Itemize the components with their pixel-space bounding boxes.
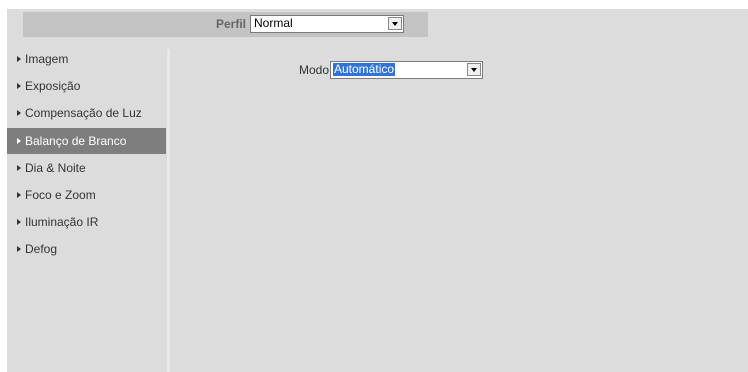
triangle-right-icon [17,165,21,171]
triangle-right-icon [17,83,21,89]
profile-label: Perfil [216,17,247,31]
profile-select[interactable]: Normal [250,15,404,33]
triangle-right-icon [17,219,21,225]
sidebar-divider [167,49,170,372]
sidebar-item-foco-e-zoom[interactable]: Foco e Zoom [7,185,166,211]
sidebar-item-label: Balanço de Branco [25,134,127,148]
sidebar-item-label: Compensação de Luz [25,106,142,120]
camera-settings-panel: Perfil Normal Imagem Exposição Compensaç… [7,9,748,372]
sidebar-item-balanco-de-branco[interactable]: Balanço de Branco [7,128,166,154]
chevron-down-icon[interactable] [388,17,402,30]
mode-select-value: Automático [333,62,396,76]
sidebar-item-label: Dia & Noite [25,161,86,175]
profile-select-value: Normal [254,16,293,30]
sidebar-item-iluminacao-ir[interactable]: Iluminação IR [7,212,166,238]
mode-select[interactable]: Automático [330,61,483,79]
chevron-down-icon[interactable] [467,63,481,76]
sidebar-item-dia-e-noite[interactable]: Dia & Noite [7,158,166,184]
triangle-right-icon [17,138,21,144]
sidebar-item-label: Iluminação IR [25,215,99,229]
sidebar-menu: Imagem Exposição Compensação de Luz Bala… [7,49,166,372]
profile-bar: Perfil Normal [23,12,428,37]
triangle-right-icon [17,192,21,198]
sidebar-item-label: Foco e Zoom [25,188,96,202]
triangle-right-icon [17,56,21,62]
sidebar-item-defog[interactable]: Defog [7,239,166,265]
triangle-right-icon [17,246,21,252]
mode-label: Modo [299,63,330,77]
sidebar-item-label: Defog [25,242,58,256]
sidebar-item-imagem[interactable]: Imagem [7,49,166,75]
triangle-right-icon [17,110,21,116]
sidebar-item-exposicao[interactable]: Exposição [7,76,166,102]
sidebar-item-compensacao-de-luz[interactable]: Compensação de Luz [7,103,166,129]
sidebar-item-label: Exposição [25,79,81,93]
sidebar-item-label: Imagem [25,52,69,66]
